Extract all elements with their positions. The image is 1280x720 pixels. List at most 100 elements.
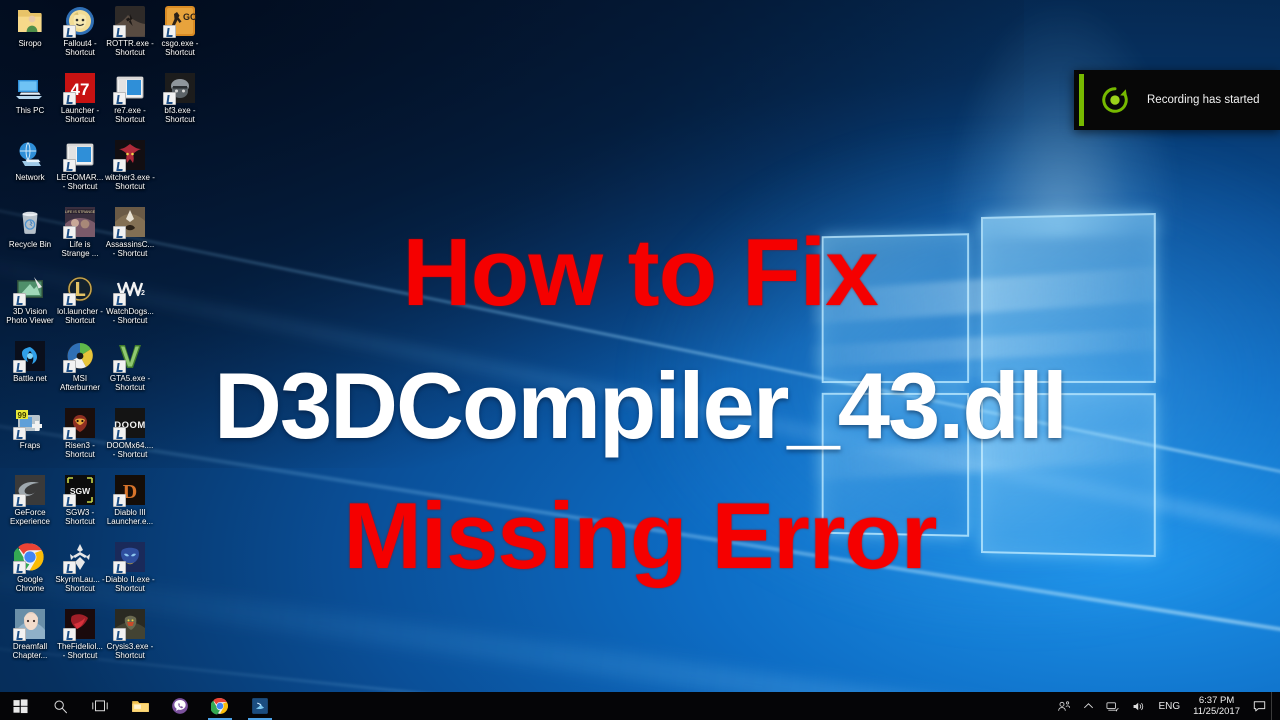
language-indicator[interactable]: ENG — [1152, 692, 1186, 720]
desktop-icon-label: TheFideliol... - Shortcut — [57, 642, 103, 661]
geforce-experience-icon — [13, 474, 46, 507]
shortcut-arrow-icon — [13, 628, 26, 641]
desktop-icon-label: AssassinsC... - Shortcut — [105, 240, 155, 259]
desktop-icon[interactable]: witcher3.exe - Shortcut — [105, 139, 155, 192]
desktop-icon[interactable]: GO csgo.exe - Shortcut — [155, 5, 205, 58]
desktop-icon-label: csgo.exe - Shortcut — [161, 39, 199, 58]
shortcut-arrow-icon — [13, 360, 26, 373]
desktop-icon[interactable]: Dreamfall Chapter... — [5, 608, 55, 661]
desktop-icon[interactable]: LIFE IS STRANGE Life is Strange ... — [55, 206, 105, 259]
desktop-icon[interactable]: LEGOMAR... - Shortcut — [55, 139, 105, 192]
network-tray-icon[interactable] — [1100, 692, 1126, 720]
desktop-icon[interactable]: 99 Fraps — [5, 407, 55, 450]
desktop-icon[interactable]: Crysis3.exe - Shortcut — [105, 608, 155, 661]
notification-text: Recording has started — [1147, 94, 1260, 106]
desktop-icon[interactable]: 3D Vision Photo Viewer — [5, 273, 55, 326]
recycle-bin-icon — [14, 206, 46, 238]
desktop-icon[interactable]: ROTTR.exe - Shortcut — [105, 5, 155, 58]
desktop-icon[interactable]: bf3.exe - Shortcut — [155, 72, 205, 125]
shortcut-arrow-icon — [13, 494, 26, 507]
dreamfall-icon — [13, 608, 46, 641]
hitman47-icon: 47 — [63, 72, 96, 105]
shortcut-arrow-icon — [113, 92, 126, 105]
desktop-icon-label: GeForce Experience — [9, 508, 51, 527]
desktop-icon[interactable]: This PC — [5, 72, 55, 115]
desktop-icon-label: This PC — [15, 106, 45, 115]
people-icon[interactable] — [1051, 692, 1077, 720]
desktop-icon[interactable]: Siropo — [5, 5, 55, 48]
desktop-icon-label: lol.launcher - Shortcut — [57, 307, 103, 326]
desktop-icon[interactable]: MSI Afterburner — [55, 340, 105, 393]
desktop-icon[interactable]: lol.launcher - Shortcut — [55, 273, 105, 326]
desktop-icon[interactable]: Recycle Bin — [5, 206, 55, 249]
3d-vision-icon — [13, 273, 46, 306]
bf3-icon — [163, 72, 196, 105]
svg-text:GO: GO — [183, 12, 196, 22]
desktop-icon[interactable]: Battle.net — [5, 340, 55, 383]
desktop-icon-label: GTA5.exe - Shortcut — [109, 374, 151, 393]
rottr-icon — [113, 5, 146, 38]
desktop-icon-label: 3D Vision Photo Viewer — [6, 307, 54, 326]
desktop-icon[interactable]: SGW SGW3 - Shortcut — [55, 474, 105, 527]
start-button[interactable] — [0, 692, 40, 720]
desktop-icon-label: Diablo II.exe - Shortcut — [105, 575, 155, 594]
chrome-icon[interactable] — [200, 692, 240, 720]
action-center-icon[interactable] — [1247, 692, 1271, 720]
shortcut-arrow-icon — [113, 25, 126, 38]
desktop-icon[interactable]: Network — [5, 139, 55, 182]
watchdogs2-icon: 2 — [113, 273, 146, 306]
this-pc-icon — [14, 72, 46, 104]
desktop-icon-label: Life is Strange ... — [61, 240, 99, 259]
clock[interactable]: 6:37 PM 11/25/2017 — [1186, 692, 1247, 720]
league-of-legends-icon — [63, 273, 96, 306]
shortcut-arrow-icon — [113, 427, 126, 440]
viber-icon[interactable] — [160, 692, 200, 720]
show-desktop-button[interactable] — [1271, 692, 1278, 720]
logo-pane — [821, 392, 970, 537]
task-view-icon[interactable] — [80, 692, 120, 720]
clock-time: 6:37 PM — [1198, 695, 1235, 706]
shadowplay-record-icon — [1100, 85, 1130, 115]
generic-window-icon — [63, 139, 96, 172]
search-icon[interactable] — [40, 692, 80, 720]
chevron-up-icon[interactable] — [1077, 692, 1100, 720]
system-tray: ENG 6:37 PM 11/25/2017 — [1051, 692, 1280, 720]
blue-app-icon[interactable] — [240, 692, 280, 720]
desktop-icon-label: Launcher - Shortcut — [60, 106, 100, 125]
shortcut-arrow-icon — [113, 628, 126, 641]
battlenet-icon — [13, 340, 46, 373]
shortcut-arrow-icon — [63, 159, 76, 172]
desktop-icon[interactable]: 47 Launcher - Shortcut — [55, 72, 105, 125]
shortcut-arrow-icon — [63, 25, 76, 38]
desktop-icon-label: Dreamfall Chapter... — [12, 642, 48, 661]
desktop-icon[interactable]: Diablo II.exe - Shortcut — [105, 541, 155, 594]
desktop-icon[interactable]: TheFideliol... - Shortcut — [55, 608, 105, 661]
desktop-icon[interactable]: SkyrimLau... - Shortcut — [55, 541, 105, 594]
witcher3-icon — [113, 139, 146, 172]
chrome-icon — [13, 541, 46, 574]
desktop-icon[interactable]: 2 WatchDogs... - Shortcut — [105, 273, 155, 326]
desktop-icon-label: Diablo III Launcher.e... — [106, 508, 154, 527]
desktop-icon[interactable]: Risen3 - Shortcut — [55, 407, 105, 460]
shortcut-arrow-icon — [63, 561, 76, 574]
desktop-icon-label: Siropo — [18, 39, 42, 48]
desktop-icon-label: SkyrimLau... - Shortcut — [55, 575, 105, 594]
desktop-icon[interactable]: DOOM DOOMx64.... - Shortcut — [105, 407, 155, 460]
desktop-icon-label: WatchDogs... - Shortcut — [106, 307, 154, 326]
desktop-icon-label: re7.exe - Shortcut — [114, 106, 146, 125]
desktop-icon-label: Fraps — [19, 441, 41, 450]
desktop-icon[interactable]: Google Chrome — [5, 541, 55, 594]
fallout4-icon — [63, 5, 96, 38]
desktop-icon[interactable]: AssassinsC... - Shortcut — [105, 206, 155, 259]
desktop-icon[interactable]: Fallout4 - Shortcut — [55, 5, 105, 58]
shortcut-arrow-icon — [13, 561, 26, 574]
shortcut-arrow-icon — [113, 159, 126, 172]
desktop-icon-label: MSI Afterburner — [59, 374, 101, 393]
desktop-icon[interactable]: GeForce Experience — [5, 474, 55, 527]
desktop-icon[interactable]: GTA5.exe - Shortcut — [105, 340, 155, 393]
svg-text:LIFE IS STRANGE: LIFE IS STRANGE — [65, 210, 96, 214]
desktop-icon[interactable]: D Diablo III Launcher.e... — [105, 474, 155, 527]
desktop-icon[interactable]: re7.exe - Shortcut — [105, 72, 155, 125]
volume-icon[interactable] — [1126, 692, 1152, 720]
file-explorer-icon[interactable] — [120, 692, 160, 720]
